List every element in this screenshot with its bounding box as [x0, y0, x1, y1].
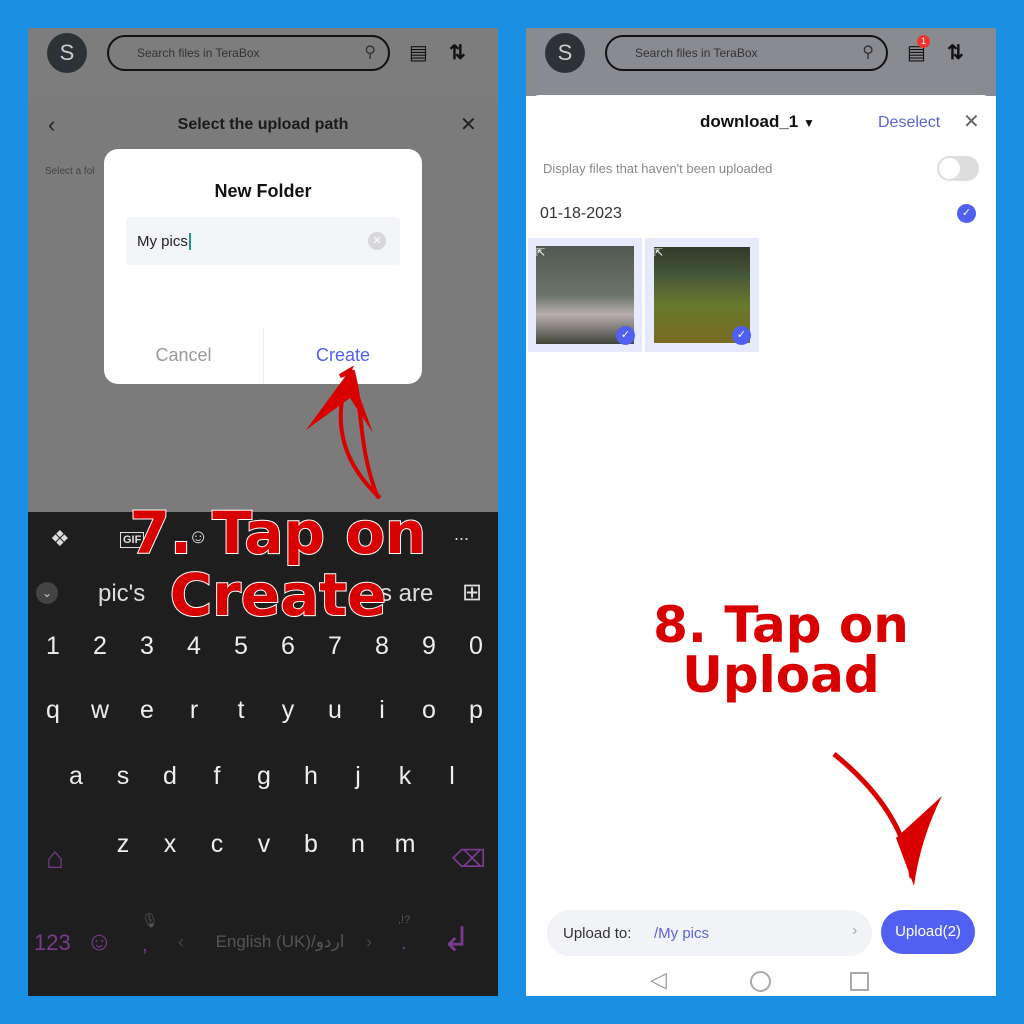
annotation-line1: 7. Tap on: [129, 499, 428, 567]
left-screen: S Search files in TeraBox ⚲ ▤ ⇅ ‹ Select …: [28, 28, 498, 996]
annotation-line2: Create: [169, 561, 388, 629]
arrow-to-upload: [832, 752, 942, 886]
right-screen: S Search files in TeraBox ⚲ ▤ 1 ⇅ downloa…: [526, 28, 996, 996]
